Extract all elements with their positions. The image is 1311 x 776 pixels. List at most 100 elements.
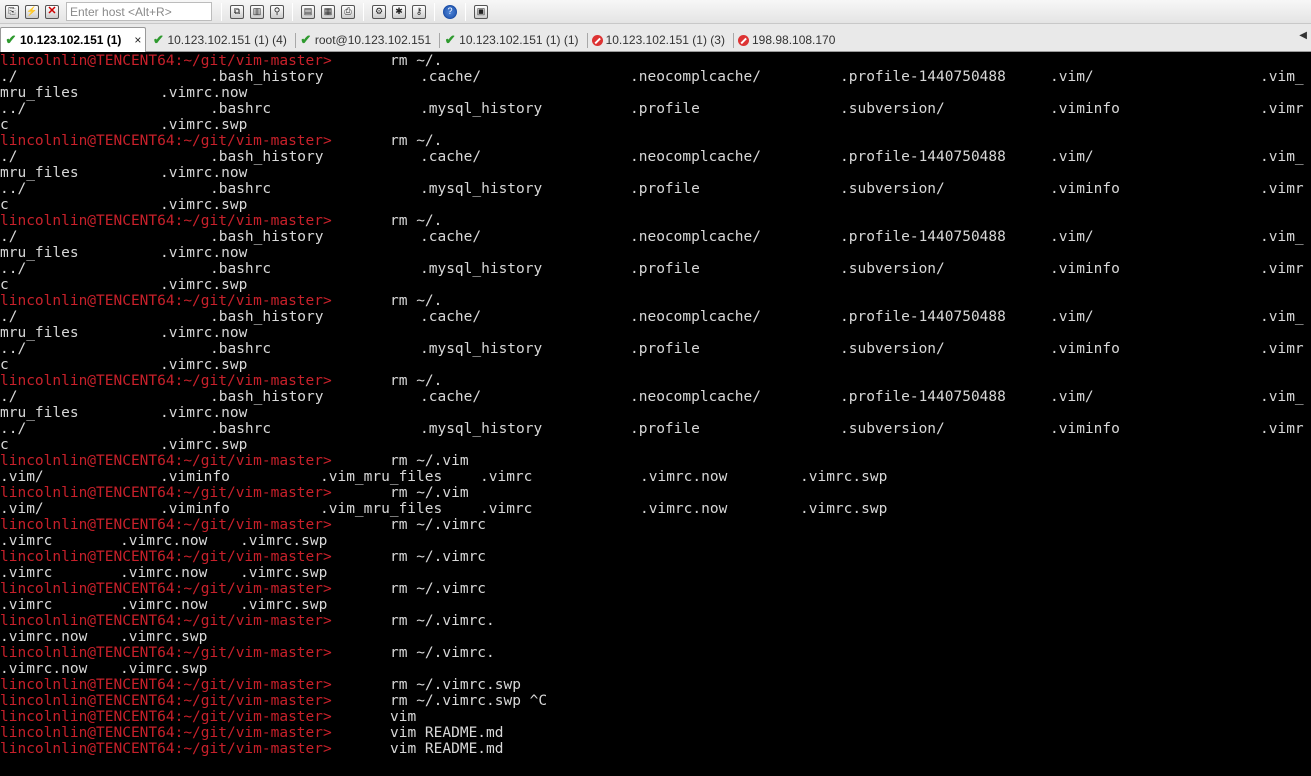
completion-entry: .vimrc.swp	[240, 533, 328, 549]
terminal-output-line: mru_files .vimrc.now	[0, 325, 1311, 341]
completion-entry: mru_files	[0, 165, 79, 181]
disconnect-icon: ✕	[45, 4, 59, 19]
tab-label: 198.98.108.170	[751, 33, 836, 47]
completion-entry: .subversion/	[840, 101, 945, 117]
completion-entry: .mysql_history	[420, 181, 543, 197]
completion-entry: .vim_	[1260, 149, 1304, 165]
completion-entry: .vimrc.now	[120, 533, 208, 549]
completion-entry: .viminfo	[1050, 421, 1120, 437]
terminal-prompt-line: lincolnlin@TENCENT64:~/git/vim-master> rm…	[0, 677, 1311, 693]
printer-icon[interactable]: ⎙	[339, 3, 357, 21]
terminal-prompt-line: lincolnlin@TENCENT64:~/git/vim-master> rm…	[0, 517, 1311, 533]
completion-entry: .cache/	[420, 229, 482, 245]
shell-command: rm ~/.vimrc	[390, 517, 487, 533]
completion-entry: .vimrc.swp	[240, 597, 328, 613]
completion-entry: .neocomplcache/	[630, 309, 761, 325]
disconnected-icon	[737, 34, 749, 46]
keymap-icon[interactable]: ▣	[472, 3, 490, 21]
tab-session-2[interactable]: ✔ 10.123.102.151 (1) (4)	[147, 28, 293, 51]
host-input[interactable]	[66, 2, 212, 21]
completion-entry: .vimrc.swp	[160, 197, 248, 213]
completion-entry: .vimrc	[480, 501, 533, 517]
terminal-output-line: .vimrc.now .vimrc.swp	[0, 629, 1311, 645]
tab-label: 10.123.102.151 (1) (4)	[167, 33, 287, 47]
completion-entry: .vimr	[1260, 421, 1304, 437]
completion-entry: .profile	[630, 181, 700, 197]
print-setup-icon[interactable]: ▤	[299, 3, 317, 21]
shell-command: rm ~/.vimrc.	[390, 645, 495, 661]
completion-entry: .mysql_history	[420, 261, 543, 277]
copy-icon[interactable]: ⧉	[228, 3, 246, 21]
completion-entry: .vimrc.now	[0, 661, 88, 677]
terminal-output-line: mru_files .vimrc.now	[0, 165, 1311, 181]
paste-icon[interactable]: ▥	[248, 3, 266, 21]
connect-icon[interactable]: ⎘	[3, 3, 21, 21]
terminal-output-line: ../ .bashrc .mysql_history .profile .subvers…	[0, 341, 1311, 357]
shell-prompt: lincolnlin@TENCENT64:~/git/vim-master>	[0, 741, 332, 757]
completion-entry: .vimrc	[0, 597, 53, 613]
shell-prompt: lincolnlin@TENCENT64:~/git/vim-master>	[0, 485, 332, 501]
terminal-output-line: mru_files .vimrc.now	[0, 405, 1311, 421]
print-icon[interactable]: ▦	[319, 3, 337, 21]
completion-entry: ./	[0, 389, 18, 405]
completion-entry: .vim/	[1050, 149, 1094, 165]
help-icon[interactable]: ?	[441, 3, 459, 21]
completion-entry: c	[0, 197, 9, 213]
terminal-output-line: mru_files .vimrc.now	[0, 245, 1311, 261]
completion-entry: .neocomplcache/	[630, 229, 761, 245]
tab-session-4[interactable]: ✔ 10.123.102.151 (1) (1)	[439, 28, 585, 51]
completion-entry: .vim/	[1050, 309, 1094, 325]
completion-entry: .mysql_history	[420, 341, 543, 357]
terminal-prompt-line: lincolnlin@TENCENT64:~/git/vim-master> rm…	[0, 373, 1311, 389]
tab-session-6[interactable]: 198.98.108.170	[732, 28, 842, 51]
completion-entry: .vimrc.now	[160, 85, 248, 101]
shell-prompt: lincolnlin@TENCENT64:~/git/vim-master>	[0, 373, 332, 389]
completion-entry: .profile	[630, 261, 700, 277]
disconnect-icon[interactable]: ✕	[43, 3, 61, 21]
key-icon[interactable]: ⚷	[410, 3, 428, 21]
terminal-prompt-line: lincolnlin@TENCENT64:~/git/vim-master> rm…	[0, 693, 1311, 709]
tab-session-5[interactable]: 10.123.102.151 (1) (3)	[586, 28, 732, 51]
completion-entry: .vim_mru_files	[320, 501, 443, 517]
completion-entry: .neocomplcache/	[630, 389, 761, 405]
terminal-output[interactable]: lincolnlin@TENCENT64:~/git/vim-master> rm…	[0, 53, 1311, 776]
terminal-output-line: c .vimrc.swp	[0, 357, 1311, 373]
session-options-icon: ⚙	[372, 4, 386, 19]
tab-session-3[interactable]: ✔ root@10.123.102.151	[294, 28, 438, 51]
shell-prompt: lincolnlin@TENCENT64:~/git/vim-master>	[0, 549, 332, 565]
completion-entry: .viminfo	[1050, 341, 1120, 357]
completion-entry: .vim/	[1050, 69, 1094, 85]
terminal-prompt-line: lincolnlin@TENCENT64:~/git/vim-master> vi…	[0, 709, 1311, 725]
completion-entry: .neocomplcache/	[630, 149, 761, 165]
shell-prompt: lincolnlin@TENCENT64:~/git/vim-master>	[0, 693, 332, 709]
global-options-icon: ✱	[392, 4, 406, 19]
terminal-output-line: ./ .bash_history .cache/ .neocomplcache/ .pr…	[0, 389, 1311, 405]
completion-entry: .vimr	[1260, 261, 1304, 277]
completion-entry: .vimrc.swp	[160, 277, 248, 293]
terminal-output-line: ./ .bash_history .cache/ .neocomplcache/ .pr…	[0, 309, 1311, 325]
completion-entry: .vim_	[1260, 309, 1304, 325]
global-options-icon[interactable]: ✱	[390, 3, 408, 21]
shell-prompt: lincolnlin@TENCENT64:~/git/vim-master>	[0, 213, 332, 229]
tab-scroll-left-icon[interactable]: ◀	[1299, 30, 1307, 41]
quick-connect-icon: ⚡	[25, 4, 39, 19]
quick-connect-icon[interactable]: ⚡	[23, 3, 41, 21]
session-tabs: ✔ 10.123.102.151 (1) × ✔ 10.123.102.151 …	[0, 24, 1311, 52]
completion-entry: mru_files	[0, 85, 79, 101]
completion-entry: .vimrc.now	[120, 597, 208, 613]
shell-command: rm ~/.	[390, 213, 443, 229]
completion-entry: .profile-1440750488	[840, 229, 1006, 245]
tab-label: 10.123.102.151 (1) (3)	[605, 33, 725, 47]
find-icon[interactable]: ⚲	[268, 3, 286, 21]
session-options-icon[interactable]: ⚙	[370, 3, 388, 21]
tab-session-1[interactable]: ✔ 10.123.102.151 (1) ×	[0, 27, 147, 52]
terminal-output-line: c .vimrc.swp	[0, 117, 1311, 133]
completion-entry: .bash_history	[210, 389, 324, 405]
completion-entry: .vimrc	[0, 565, 53, 581]
completion-entry: .profile	[630, 341, 700, 357]
completion-entry: .viminfo	[160, 501, 230, 517]
completion-entry: .cache/	[420, 309, 482, 325]
completion-entry: mru_files	[0, 405, 79, 421]
close-icon[interactable]: ×	[134, 33, 141, 47]
toolbar-separator	[434, 2, 435, 21]
